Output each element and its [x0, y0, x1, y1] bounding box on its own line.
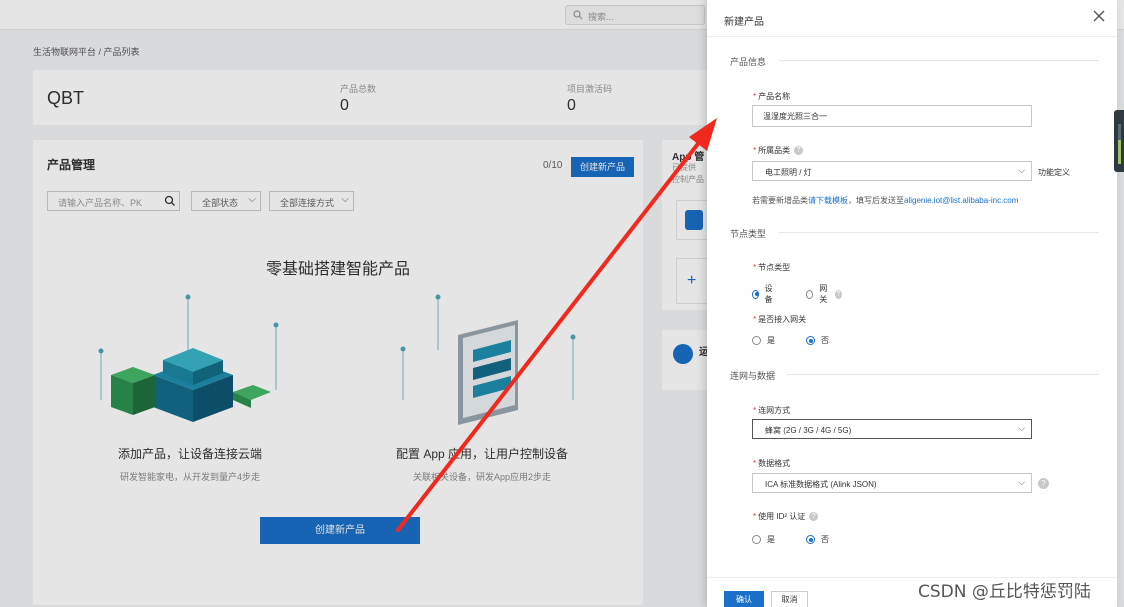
chevron-down-icon: ⌵ [1018, 477, 1025, 487]
required-mark: * [753, 512, 757, 521]
gateway-access-yes-radio[interactable]: 是 [752, 335, 775, 346]
category-label: * 所属品类? [753, 145, 804, 156]
radio-label: 设备 [764, 284, 773, 304]
data-format-select[interactable]: ICA 标准数据格式 (Alink JSON) ⌵ [752, 473, 1032, 493]
node-type-gateway-radio[interactable]: 网关? [806, 283, 842, 305]
download-template-link[interactable]: 请下载模板 [808, 196, 848, 205]
drawer-header: 新建产品 [707, 0, 1117, 37]
section-node-type: 节点类型 [730, 229, 767, 239]
function-definition-link[interactable]: 功能定义 [1038, 167, 1070, 178]
required-mark: * [753, 315, 757, 324]
node-type-label: * 节点类型 [753, 262, 790, 273]
category-select[interactable]: 电工照明 / 灯 ⌵ [752, 161, 1032, 181]
radio-label: 是 [767, 336, 775, 345]
radio-checked [806, 336, 815, 345]
network-label-text: 连网方式 [758, 406, 791, 415]
section-divider [787, 374, 1099, 375]
radio-label: 是 [767, 535, 775, 544]
required-mark: * [753, 146, 757, 155]
id2-auth-no-radio[interactable]: 否 [806, 534, 829, 545]
product-name-input[interactable] [752, 105, 1032, 127]
gateway-access-no-radio[interactable]: 否 [806, 335, 829, 346]
required-mark: * [753, 263, 757, 272]
radio-unchecked [806, 289, 814, 299]
node-type-label-text: 节点类型 [758, 263, 791, 272]
network-select[interactable]: 蜂窝 (2G / 3G / 4G / 5G) ⌵ [752, 419, 1032, 439]
node-type-device-radio[interactable]: 设备 [752, 283, 775, 305]
section-product-info: 产品信息 [730, 57, 767, 67]
data-format-label: * 数据格式 [753, 458, 790, 469]
category-hint: 若需要新增品类请下载模板，填写后发送至aligenie.iot@list.ali… [752, 195, 1018, 206]
watermark: CSDN @丘比特惩罚陆 [918, 582, 1091, 602]
radio-label: 网关 [819, 284, 828, 304]
product-name-label-text: 产品名称 [758, 92, 791, 101]
radio-checked [806, 535, 815, 544]
radio-checked [752, 289, 759, 299]
id2-auth-label-text: 使用 ID² 认证 [758, 512, 806, 521]
network-value: 蜂窝 (2G / 3G / 4G / 5G) [765, 426, 852, 435]
help-icon[interactable]: ? [1038, 478, 1049, 489]
chevron-down-icon: ⌵ [1018, 423, 1025, 433]
hint-prefix: 若需要新增品类 [752, 196, 808, 205]
level-meter-icon [1118, 124, 1121, 164]
chevron-down-icon: ⌵ [1018, 165, 1025, 175]
category-label-text: 所属品类 [758, 146, 791, 155]
section-network-data: 连网与数据 [730, 371, 776, 381]
data-format-label-text: 数据格式 [758, 459, 791, 468]
email-link[interactable]: aligenie.iot@list.alibaba-inc.com [904, 196, 1018, 205]
drawer-title: 新建产品 [724, 17, 764, 28]
network-label: * 连网方式 [753, 405, 790, 416]
hint-middle: ，填写后发送至 [848, 196, 904, 205]
new-product-drawer: 新建产品 产品信息 *产品名称 *所属品类? 电工照明 / 灯 ⌵ 功能定义 若… [707, 0, 1117, 607]
radio-unchecked [752, 535, 761, 544]
close-button[interactable] [1090, 9, 1108, 27]
cancel-button[interactable]: 取消 [771, 591, 808, 607]
radio-unchecked [752, 336, 761, 345]
radio-label: 否 [821, 336, 829, 345]
floating-scroll-widget[interactable] [1114, 110, 1124, 172]
id2-auth-label: * 使用 ID² 认证? [753, 511, 819, 522]
section-divider [779, 232, 1099, 233]
section-divider [779, 60, 1099, 61]
radio-label: 否 [821, 535, 829, 544]
required-mark: * [753, 92, 757, 101]
gateway-access-label-text: 是否接入网关 [758, 315, 807, 324]
required-mark: * [753, 406, 757, 415]
product-name-label: * 产品名称 [753, 91, 790, 102]
help-icon[interactable]: ? [794, 146, 804, 156]
required-mark: * [753, 459, 757, 468]
help-icon[interactable]: ? [809, 512, 819, 522]
confirm-button[interactable]: 确认 [724, 591, 764, 607]
category-value: 电工照明 / 灯 [765, 168, 812, 177]
close-icon [1093, 10, 1105, 22]
id2-auth-yes-radio[interactable]: 是 [752, 534, 775, 545]
gateway-access-label: * 是否接入网关 [753, 314, 806, 325]
help-icon[interactable]: ? [835, 289, 842, 299]
data-format-value: ICA 标准数据格式 (Alink JSON) [765, 480, 877, 489]
